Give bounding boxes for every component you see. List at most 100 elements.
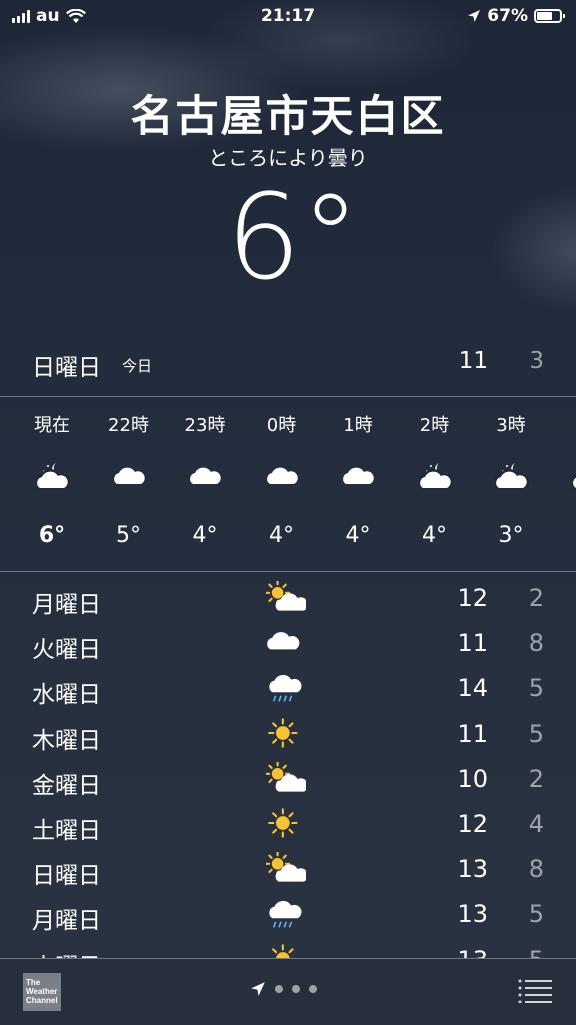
day-low: 5 <box>529 674 544 702</box>
day-high: 12 <box>457 584 488 612</box>
today-day: 日曜日 <box>32 348 101 382</box>
hour-temperature: 4° <box>167 523 243 548</box>
hour-column: 0時 4° <box>244 398 320 570</box>
day-high: 12 <box>457 810 488 838</box>
hour-label: 23時 <box>167 411 243 437</box>
daily-forecast[interactable]: 月曜日122火曜日118水曜日145木曜日115金曜日102土曜日124日曜日1… <box>0 578 576 958</box>
cloudy-night-icon <box>495 462 527 490</box>
hour-temperature: 4° <box>244 523 320 548</box>
city-name: 名古屋市天白区 <box>0 82 576 144</box>
day-high: 13 <box>457 855 488 883</box>
hour-column: 現在 6° <box>14 398 90 570</box>
hour-column: 1時 4° <box>320 398 396 570</box>
hour-label: 2時 <box>397 411 473 437</box>
location-arrow-icon <box>250 981 266 997</box>
daily-row: 木曜日 11 5 <box>0 714 576 759</box>
daily-row: 金曜日 10 2 <box>0 759 576 804</box>
page-dot <box>309 985 317 993</box>
cloud-icon <box>113 462 145 490</box>
logo-line: Weather <box>26 987 61 996</box>
day-low: 5 <box>529 946 544 958</box>
page-dot <box>292 985 300 993</box>
hour-temperature: 4° <box>397 523 473 548</box>
weather-condition: ところにより曇り <box>0 142 576 171</box>
today-summary: 日曜日 今日 11 3 <box>0 340 576 388</box>
status-bar: au 21:17 67% <box>0 0 576 34</box>
day-high: 13 <box>457 900 488 928</box>
daily-row: 火曜日 11 8 <box>0 623 576 668</box>
cloudy-night-icon <box>419 462 451 490</box>
day-high: 11 <box>457 720 488 748</box>
hour-temperature: 3 <box>550 523 576 548</box>
today-low: 3 <box>529 348 544 374</box>
daily-row: 日曜日138 <box>0 849 576 894</box>
weather-channel-logo[interactable]: The Weather Channel <box>23 973 61 1011</box>
page-dot <box>275 985 283 993</box>
daily-row: 火曜日135 <box>0 940 576 958</box>
cloud-icon <box>189 462 221 490</box>
sun-icon <box>266 807 306 843</box>
logo-line: The <box>26 978 61 987</box>
sun-icon <box>266 717 306 753</box>
daily-row: 月曜日 12 2 <box>0 578 576 623</box>
day-low: 2 <box>529 584 544 612</box>
sun-icon <box>266 943 306 958</box>
day-high: 13 <box>457 946 488 958</box>
day-high: 10 <box>457 765 488 793</box>
hour-column: 2時 4° <box>397 398 473 570</box>
hour-column: 3時 3° <box>473 398 549 570</box>
divider <box>0 396 576 397</box>
day-high: 14 <box>457 674 488 702</box>
bottom-toolbar: The Weather Channel <box>0 958 576 1025</box>
divider <box>0 571 576 572</box>
hour-column: 22時 5° <box>91 398 167 570</box>
city-list-icon[interactable] <box>518 979 552 1003</box>
day-name: 火曜日 <box>32 630 101 664</box>
hourly-forecast[interactable]: 現在6°22時5°23時4°0時4°1時4°2時4°3時3°43 <box>0 398 576 570</box>
daily-row: 月曜日 13 5 <box>0 894 576 939</box>
day-name: 金曜日 <box>32 766 101 800</box>
partly-sunny-icon <box>266 581 306 617</box>
cloud-icon <box>266 462 298 490</box>
hour-column: 43 <box>550 398 576 570</box>
hour-label: 1時 <box>320 411 396 437</box>
current-temperature: 6° <box>0 178 576 296</box>
rain-icon <box>266 897 306 933</box>
rain-icon <box>266 671 306 707</box>
hour-label: 22時 <box>91 411 167 437</box>
partly-sunny-icon <box>266 762 306 798</box>
day-low: 5 <box>529 720 544 748</box>
hour-label: 現在 <box>14 411 90 437</box>
today-label: 今日 <box>122 355 152 376</box>
hour-temperature: 5° <box>91 523 167 548</box>
day-name: 月曜日 <box>32 585 101 619</box>
day-low: 8 <box>529 855 544 883</box>
cloudy-night-icon <box>572 462 576 490</box>
today-high: 11 <box>459 348 488 374</box>
day-low: 2 <box>529 765 544 793</box>
cloud-icon <box>266 626 306 662</box>
hour-column: 23時 4° <box>167 398 243 570</box>
hour-label: 3時 <box>473 411 549 437</box>
day-name: 水曜日 <box>32 675 101 709</box>
logo-line: Channel <box>26 996 61 1005</box>
partly-sunny-icon <box>266 852 306 888</box>
day-name: 月曜日 <box>32 901 101 935</box>
day-low: 5 <box>529 900 544 928</box>
page-indicator[interactable] <box>250 981 317 997</box>
hour-label: 0時 <box>244 411 320 437</box>
day-name: 木曜日 <box>32 721 101 755</box>
location-arrow-icon <box>467 9 481 23</box>
day-high: 11 <box>457 629 488 657</box>
cloud-icon <box>342 462 374 490</box>
daily-row: 土曜日 12 4 <box>0 804 576 849</box>
hour-temperature: 4° <box>320 523 396 548</box>
hour-temperature: 3° <box>473 523 549 548</box>
battery-icon <box>534 9 562 23</box>
day-name: 土曜日 <box>32 811 101 845</box>
hour-temperature: 6° <box>14 523 90 548</box>
hour-label: 4 <box>550 411 576 432</box>
day-low: 8 <box>529 629 544 657</box>
cloudy-night-icon <box>36 462 68 490</box>
day-low: 4 <box>529 810 544 838</box>
